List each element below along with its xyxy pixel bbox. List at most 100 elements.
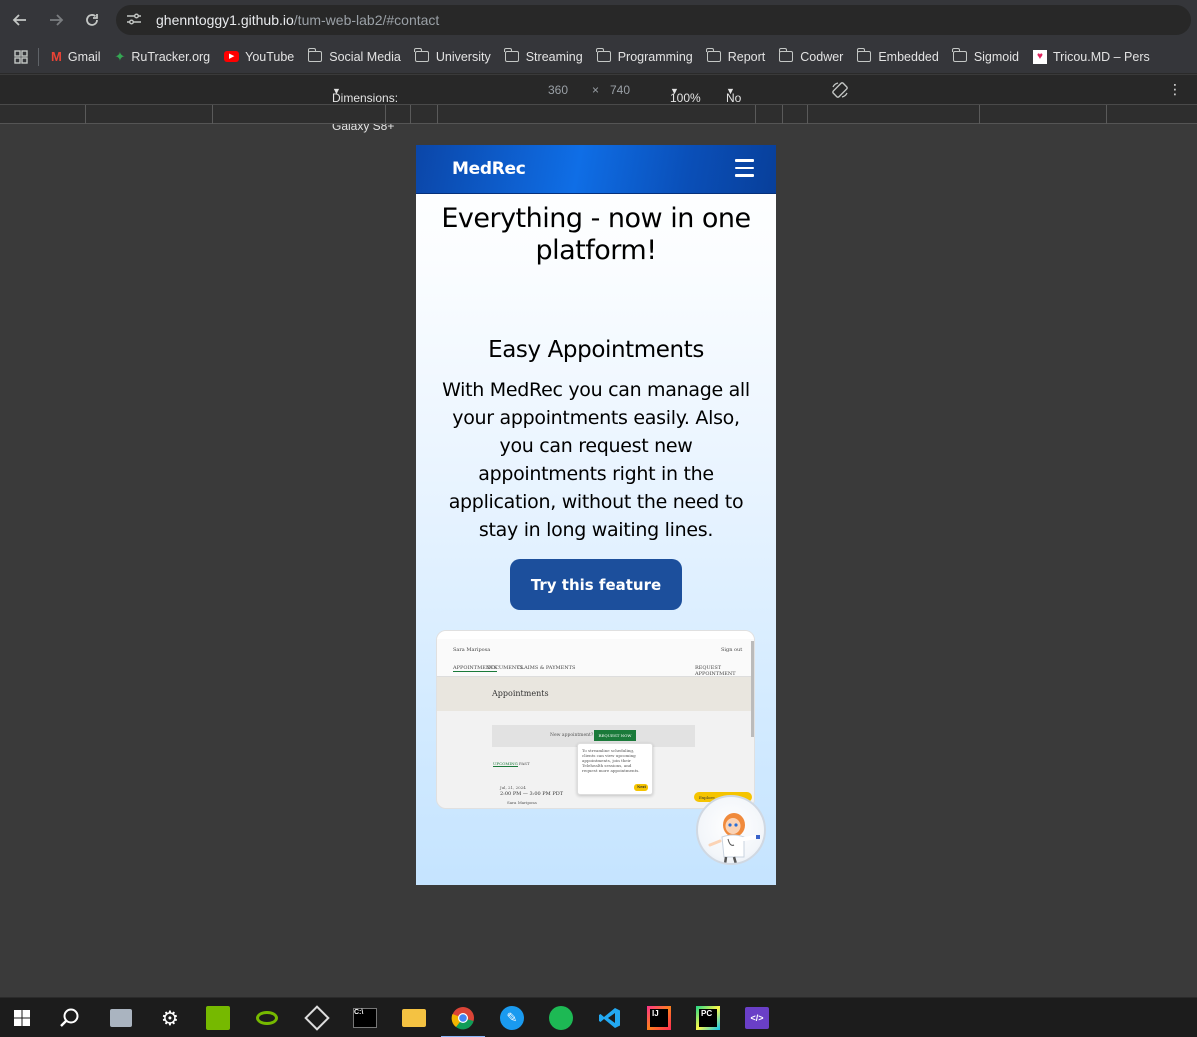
search-icon[interactable] xyxy=(58,1006,82,1030)
bookmark-label: Sigmoid xyxy=(973,49,1019,64)
screenshot-date: Jul, 21, 2024 xyxy=(500,785,526,790)
forward-button[interactable] xyxy=(38,2,74,38)
unity-icon[interactable] xyxy=(304,1005,330,1031)
bookmarks-bar: M Gmail ✦ RuTracker.org ▶ YouTube Social Me… xyxy=(0,40,1197,74)
gmail-icon: M xyxy=(51,49,62,64)
screenshot-new-appt-label: New appointment? xyxy=(550,733,594,738)
reload-button[interactable] xyxy=(74,2,110,38)
screenshot-header: Sara Mariposa Sign out APPOINTMENTS DOCU… xyxy=(437,639,754,677)
url-path: /tum-web-lab2/#contact xyxy=(293,12,440,28)
throttling-select[interactable]: No throttling ▼ xyxy=(726,83,772,119)
try-feature-button[interactable]: Try this feature xyxy=(510,559,682,610)
hamburger-menu-icon[interactable] xyxy=(735,159,754,177)
bookmark-tricou[interactable]: ♥ Tricou.MD – Pers xyxy=(1032,49,1150,64)
bookmark-folder-programming[interactable]: Programming xyxy=(596,48,693,64)
devtools-app-icon[interactable]: </> xyxy=(745,1006,769,1030)
rotate-icon[interactable] xyxy=(831,81,849,102)
bookmark-label: Streaming xyxy=(525,49,583,64)
bookmark-label: YouTube xyxy=(245,49,295,64)
folder-icon xyxy=(952,48,967,62)
reload-icon xyxy=(86,14,98,26)
spotify-icon[interactable] xyxy=(549,1006,573,1030)
nvidia-icon[interactable] xyxy=(206,1006,230,1030)
arrow-right-icon xyxy=(50,14,64,26)
bookmark-folder-embedded[interactable]: Embedded xyxy=(856,48,939,64)
folder-icon xyxy=(504,48,519,62)
address-bar[interactable]: ghenntoggy1.github.io/tum-web-lab2/#cont… xyxy=(116,5,1191,35)
hero-heading: Everything - now in one platform! xyxy=(441,203,751,266)
folder-icon xyxy=(778,48,794,62)
feature-description: With MedRec you can manage all your appo… xyxy=(442,379,750,541)
more-options-icon[interactable]: ⋮ xyxy=(1168,81,1182,98)
bookmark-folder-streaming[interactable]: Streaming xyxy=(504,48,583,64)
folder-icon xyxy=(307,48,323,62)
pycharm-icon[interactable]: PC xyxy=(696,1006,720,1030)
doctor-assistant-avatar[interactable] xyxy=(696,795,766,865)
folder-icon xyxy=(596,48,611,62)
site-info-icon[interactable] xyxy=(126,12,148,29)
windows-taskbar: ⚙ C:\ ✎ IJ PC </> xyxy=(0,997,1197,1037)
vscode-icon[interactable] xyxy=(598,1006,622,1030)
screenshot-popup-next: Next xyxy=(634,784,648,791)
bookmark-folder-university[interactable]: University xyxy=(414,48,491,64)
site-navbar: MedRec xyxy=(416,145,776,194)
screenshot-tab-claims: CLAIMS & PAYMENTS xyxy=(517,665,576,671)
bookmark-folder-sigmoid[interactable]: Sigmoid xyxy=(952,48,1019,64)
bookmark-label: Programming xyxy=(617,49,693,64)
terminal-icon[interactable]: C:\ xyxy=(353,1006,377,1030)
tricou-icon: ♥ xyxy=(1032,49,1047,64)
bookmark-folder-report[interactable]: Report xyxy=(706,48,766,64)
feature-title: Easy Appointments xyxy=(488,337,704,363)
zoom-label: 100% xyxy=(670,91,701,105)
intellij-icon[interactable]: IJ xyxy=(647,1006,671,1030)
screenshot-time: 2:00 PM — 3:00 PM PDT xyxy=(500,791,564,797)
zoom-select[interactable]: 100% ▼ xyxy=(670,83,701,105)
screenshot-past-tab: PAST xyxy=(519,761,530,766)
emulated-viewport: MedRec Everything - now in one platform!… xyxy=(416,145,776,885)
screenshot-request-now: REQUEST NOW xyxy=(594,730,636,741)
times-icon: × xyxy=(592,83,600,97)
site-brand[interactable]: MedRec xyxy=(452,159,526,179)
file-manager-icon[interactable] xyxy=(109,1006,133,1030)
screenshot-person: Sara Mariposa xyxy=(507,800,537,805)
screenshot-request-link: REQUEST APPOINTMENT xyxy=(695,665,736,677)
doctor-mascot-icon xyxy=(708,813,760,863)
bookmark-label: Tricou.MD – Pers xyxy=(1052,49,1150,64)
device-select[interactable]: Dimensions: Samsung Galaxy S8+ ▼ xyxy=(332,83,398,133)
height-field[interactable]: 740 xyxy=(610,83,630,97)
screenshot-user: Sara Mariposa xyxy=(453,647,491,653)
windows-start-icon[interactable] xyxy=(10,1006,34,1030)
bookmark-gmail[interactable]: M Gmail xyxy=(51,49,101,64)
nvidia-geforce-icon[interactable] xyxy=(255,1006,279,1030)
screenshot-signout: Sign out xyxy=(721,647,743,653)
file-explorer-icon[interactable] xyxy=(402,1006,426,1030)
screenshot-scrollbar xyxy=(751,641,754,737)
bookmark-label: Social Media xyxy=(329,49,401,64)
folder-icon xyxy=(706,48,721,62)
rutracker-icon: ✦ xyxy=(114,48,126,64)
bookmark-label: University xyxy=(435,49,491,64)
width-field[interactable]: 360 xyxy=(548,83,568,97)
bookmark-label: RuTracker.org xyxy=(131,49,211,64)
screenshot-band: Appointments xyxy=(437,677,754,711)
settings-icon[interactable]: ⚙ xyxy=(158,1006,182,1030)
bookmark-label: Report xyxy=(727,49,766,64)
feature-screenshot: Sara Mariposa Sign out APPOINTMENTS DOCU… xyxy=(436,630,755,809)
back-button[interactable] xyxy=(2,2,38,38)
bookmark-youtube[interactable]: ▶ YouTube xyxy=(224,50,294,64)
app-icon[interactable]: ✎ xyxy=(500,1006,524,1030)
url-host: ghenntoggy1.github.io xyxy=(156,12,294,28)
screenshot-popup-next-label: Next xyxy=(637,785,647,789)
bookmark-folder-codwer[interactable]: Codwer xyxy=(778,48,843,64)
device-toolbar: Dimensions: Samsung Galaxy S8+ ▼ 360 × 7… xyxy=(0,75,1197,133)
screenshot-upcoming-tab: UPCOMING xyxy=(493,761,518,767)
bookmark-rutracker[interactable]: ✦ RuTracker.org xyxy=(115,49,211,65)
window-dots xyxy=(437,631,754,646)
separator xyxy=(38,47,39,66)
folder-icon xyxy=(856,48,872,62)
screenshot-popup-text: To streamline scheduling, clients can vi… xyxy=(582,748,640,773)
media-query-ruler xyxy=(0,105,1197,124)
chrome-icon[interactable] xyxy=(441,1006,485,1037)
bookmark-folder-social-media[interactable]: Social Media xyxy=(307,48,401,64)
apps-grid-icon[interactable] xyxy=(14,49,28,64)
